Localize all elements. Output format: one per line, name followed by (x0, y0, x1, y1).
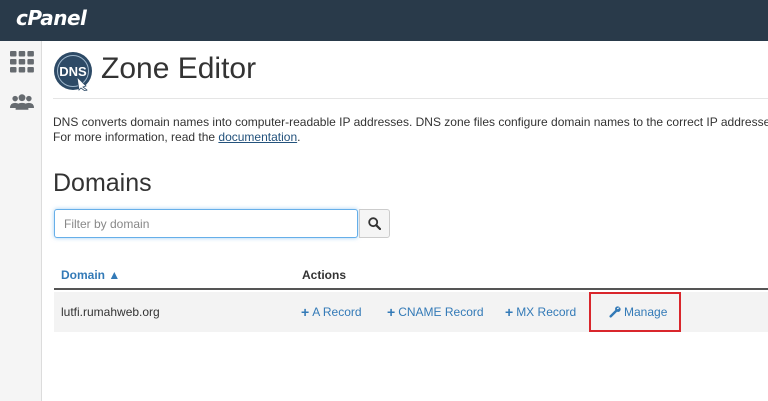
dns-icon: DNS (54, 52, 92, 91)
add-cname-record-link[interactable]: + CNAME Record (387, 305, 484, 319)
sidebar (0, 41, 42, 401)
table-row: lutfi.rumahweb.org + A Record + CNAME Re… (54, 292, 768, 332)
domain-cell: lutfi.rumahweb.org (61, 305, 160, 319)
page-description: DNS converts domain names into computer-… (53, 115, 768, 145)
users-icon[interactable] (10, 91, 34, 113)
documentation-link[interactable]: documentation (218, 130, 297, 144)
column-domain-sort[interactable]: Domain ▲ (61, 268, 120, 282)
svg-text:DNS: DNS (59, 64, 87, 79)
add-mx-record-link[interactable]: + MX Record (505, 305, 576, 319)
description-prefix: For more information, read the (53, 130, 219, 144)
page-title: Zone Editor (101, 52, 257, 85)
column-actions: Actions (302, 268, 347, 282)
cpanel-logo[interactable]: cPanel (16, 6, 87, 30)
top-bar: cPanel (0, 0, 768, 41)
a-record-label: A Record (312, 305, 362, 319)
grid-icon[interactable] (10, 51, 34, 73)
cname-record-label: CNAME Record (398, 305, 484, 319)
domains-heading: Domains (53, 169, 152, 197)
plus-icon: + (387, 304, 396, 320)
main-content: DNS Zone Editor DNS converts domain name… (43, 41, 768, 401)
search-icon (368, 217, 381, 230)
add-a-record-link[interactable]: + A Record (301, 305, 362, 319)
description-line-1: DNS converts domain names into computer-… (53, 115, 768, 129)
search-button[interactable] (359, 209, 390, 238)
domains-table-header: Domain ▲ Actions (54, 261, 768, 290)
plus-icon: + (301, 304, 310, 320)
manage-highlight-box (589, 292, 681, 332)
filter-domain-input[interactable] (54, 209, 358, 238)
description-line-2: For more information, read the documenta… (53, 130, 768, 145)
plus-icon: + (505, 304, 514, 320)
mx-record-label: MX Record (516, 305, 577, 319)
header-divider (53, 98, 768, 99)
description-suffix: . (297, 130, 301, 144)
